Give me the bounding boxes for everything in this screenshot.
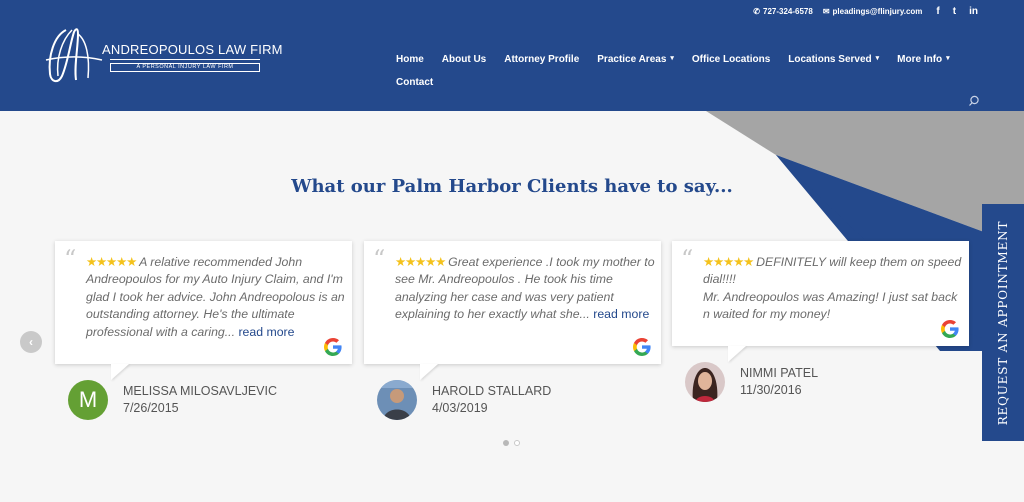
nav-item-practice-areas[interactable]: Practice Areas ▾	[597, 54, 674, 65]
review-card: “ ★★★★★ A relative recommended John Andre…	[55, 241, 352, 380]
reviewer: NIMMI PATEL 11/30/2016	[685, 362, 818, 402]
google-icon	[633, 338, 651, 356]
review-date: 7/26/2015	[123, 401, 179, 415]
top-contact-bar: ✆ 727-324-6578 ✉ pleadings@flinjury.com …	[753, 4, 978, 18]
logo-firm-name: ANDREOPOULOS LAW FIRM	[102, 42, 283, 57]
review-card: “ ★★★★★ DEFINITELY will keep them on spee…	[672, 241, 969, 362]
reviewer: M MELISSA MILOSAVLJEVIC 7/26/2015	[68, 380, 277, 420]
quote-icon: “	[681, 245, 694, 273]
nav-label: About Us	[441, 53, 487, 65]
reviewer-info: NIMMI PATEL 11/30/2016	[740, 365, 818, 399]
speech-tail	[111, 364, 129, 380]
logo-divider	[110, 59, 260, 60]
nav-label: Home	[396, 53, 424, 65]
reviewer-info: MELISSA MILOSAVLJEVIC 7/26/2015	[123, 383, 277, 417]
facebook-icon[interactable]: f	[936, 6, 939, 17]
review-text: ★★★★★ A relative recommended John Andreop…	[86, 254, 350, 341]
reviewer-name: NIMMI PATEL	[740, 366, 819, 380]
reviewer-name: HAROLD STALLARD	[432, 384, 552, 398]
social-links: f t in	[936, 6, 978, 17]
nav-row-2: Contact	[396, 75, 968, 89]
phone-icon: ✆	[753, 6, 760, 16]
nav-item-attorney-profile[interactable]: Attorney Profile	[504, 54, 579, 65]
carousel-dot-1[interactable]	[503, 440, 509, 446]
google-icon	[941, 320, 959, 338]
carousel-prev-button[interactable]: ‹	[20, 331, 42, 353]
reviewer-name: MELISSA MILOSAVLJEVIC	[123, 384, 277, 398]
nav-label: Attorney Profile	[504, 53, 580, 65]
nav-row-1: Home About Us Attorney Profile Practice …	[396, 52, 968, 66]
linkedin-icon[interactable]: in	[969, 6, 978, 17]
star-rating: ★★★★★	[703, 255, 754, 269]
avatar-photo-icon	[377, 380, 417, 420]
read-more-link[interactable]: read more	[238, 325, 294, 339]
review-text: ★★★★★ Great experience .I took my mother …	[395, 254, 659, 324]
nav-label: Contact	[396, 76, 434, 88]
speech-tail	[728, 346, 746, 362]
nav-item-more-info[interactable]: More Info ▾	[897, 54, 950, 65]
chevron-left-icon: ‹	[29, 335, 33, 349]
review-date: 4/03/2019	[432, 401, 488, 415]
chevron-down-icon: ▾	[875, 55, 880, 62]
logo-mark-icon	[45, 28, 103, 82]
quote-icon: “	[373, 245, 386, 273]
review-body-line2: Mr. Andreopoulos was Amazing! I just sat…	[703, 289, 958, 322]
review-date: 11/30/2016	[740, 383, 802, 397]
chevron-down-icon: ▾	[946, 55, 950, 62]
request-appointment-label: REQUEST AN APPOINTMENT	[996, 220, 1010, 425]
review-text: ★★★★★ DEFINITELY will keep them on speed …	[703, 254, 967, 324]
email-address: pleadings@flinjury.com	[832, 6, 923, 16]
speech-tail	[420, 364, 438, 380]
main-nav: Home About Us Attorney Profile Practice …	[396, 52, 968, 89]
nav-item-about-us[interactable]: About Us	[442, 54, 486, 65]
logo-tagline: A PERSONAL INJURY LAW FIRM	[110, 63, 260, 72]
nav-label: Locations Served	[788, 53, 872, 65]
nav-item-office-locations[interactable]: Office Locations	[692, 54, 770, 65]
search-icon[interactable]	[968, 95, 980, 107]
phone-link[interactable]: ✆ 727-324-6578	[753, 7, 813, 16]
reviewer-info: HAROLD STALLARD 4/03/2019	[432, 383, 551, 417]
quote-icon: “	[64, 245, 77, 273]
nav-item-home[interactable]: Home	[396, 54, 424, 65]
section-heading: What our Palm Harbor Clients have to say…	[291, 176, 733, 197]
phone-number: 727-324-6578	[763, 6, 813, 16]
reviewer: HAROLD STALLARD 4/03/2019	[377, 380, 551, 420]
mail-icon: ✉	[822, 6, 830, 16]
site-header: ✆ 727-324-6578 ✉ pleadings@flinjury.com …	[0, 0, 1024, 111]
read-more-link[interactable]: read more	[593, 307, 649, 321]
nav-label: More Info	[897, 53, 943, 65]
carousel-pagination	[503, 440, 520, 446]
nav-label: Practice Areas	[597, 53, 667, 65]
avatar-photo-icon	[685, 362, 725, 402]
avatar: M	[68, 380, 108, 420]
nav-item-locations-served[interactable]: Locations Served ▾	[788, 54, 879, 65]
chevron-down-icon: ▾	[670, 55, 674, 62]
google-icon	[324, 338, 342, 356]
twitter-icon[interactable]: t	[953, 6, 956, 17]
request-appointment-button[interactable]: REQUEST AN APPOINTMENT	[982, 204, 1024, 441]
review-card: “ ★★★★★ Great experience .I took my mothe…	[364, 241, 661, 380]
nav-item-contact[interactable]: Contact	[396, 77, 433, 88]
nav-label: Office Locations	[691, 53, 771, 65]
avatar	[685, 362, 725, 402]
carousel-dot-2[interactable]	[514, 440, 520, 446]
site-logo[interactable]: ANDREOPOULOS LAW FIRM A PERSONAL INJURY …	[44, 26, 282, 88]
avatar	[377, 380, 417, 420]
email-link[interactable]: ✉ pleadings@flinjury.com	[823, 7, 923, 16]
star-rating: ★★★★★	[395, 255, 446, 269]
star-rating: ★★★★★	[86, 255, 137, 269]
